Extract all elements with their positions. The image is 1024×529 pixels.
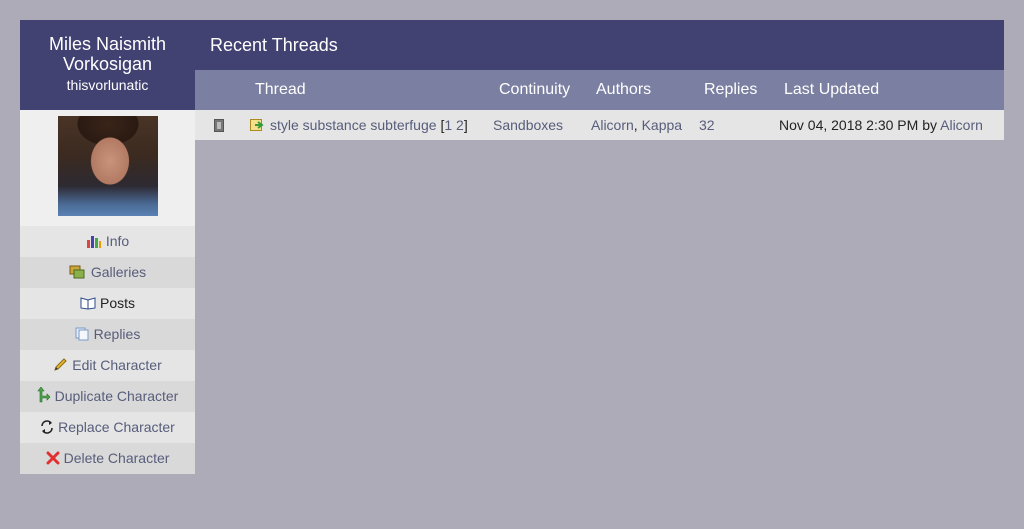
replies-icon	[75, 327, 89, 341]
character-sidebar: Miles Naismith Vorkosigan thisvorlunatic…	[20, 20, 195, 474]
character-header: Miles Naismith Vorkosigan thisvorlunatic	[20, 20, 195, 110]
thread-page-link[interactable]: 1	[444, 117, 452, 133]
duplicate-icon	[37, 387, 51, 403]
authors-cell: Alicorn, Kappa	[591, 117, 683, 133]
menu-item-info[interactable]: Info	[20, 226, 195, 257]
author-link[interactable]: Alicorn	[591, 117, 634, 133]
column-header-authors: Authors	[596, 81, 652, 98]
by-word: by	[922, 117, 937, 133]
column-header-last-updated: Last Updated	[784, 81, 880, 98]
menu-item-replace-character[interactable]: Replace Character	[20, 412, 195, 443]
last-updated-time: Nov 04, 2018 2:30 PM	[779, 117, 919, 133]
menu-item-label: Posts	[99, 295, 135, 311]
menu-item-duplicate-character[interactable]: Duplicate Character	[20, 381, 195, 412]
avatar-container	[20, 110, 195, 226]
thread-title-link[interactable]: style substance subterfuge	[270, 117, 437, 133]
table-row: style substance subterfuge [1 2] Sandbox…	[195, 110, 1004, 140]
continuity-link[interactable]: Sandboxes	[493, 110, 563, 140]
menu-item-label: Delete Character	[63, 450, 170, 466]
column-header-thread: Thread	[255, 81, 306, 98]
table-header: Thread Continuity Authors Replies Last U…	[195, 70, 1004, 110]
menu-item-galleries[interactable]: Galleries	[20, 257, 195, 288]
author-link[interactable]: Kappa	[642, 117, 682, 133]
pencil-icon	[54, 358, 67, 371]
thread-page-link[interactable]: 2	[456, 117, 464, 133]
menu-item-edit-character[interactable]: Edit Character	[20, 350, 195, 381]
menu-item-delete-character[interactable]: Delete Character	[20, 443, 195, 474]
thread-book-icon[interactable]	[214, 119, 224, 132]
avatar[interactable]	[58, 116, 158, 216]
last-author-link[interactable]: Alicorn	[940, 117, 983, 133]
go-to-latest-icon[interactable]	[250, 119, 265, 131]
menu-item-label: Replies	[93, 326, 141, 342]
delete-x-icon	[46, 451, 60, 465]
menu-item-label: Replace Character	[58, 419, 175, 435]
page-title: Recent Threads	[195, 20, 1004, 70]
menu-item-label: Galleries	[90, 264, 147, 280]
menu-item-replies[interactable]: Replies	[20, 319, 195, 350]
thread-cell: style substance subterfuge [1 2]	[270, 117, 468, 133]
character-name: Miles Naismith Vorkosigan	[48, 34, 167, 74]
menu-item-posts[interactable]: Posts	[20, 288, 195, 319]
replies-count-link[interactable]: 32	[699, 110, 715, 140]
refresh-icon	[41, 420, 53, 434]
character-screenname: thisvorlunatic	[66, 77, 149, 93]
menu-item-label: Duplicate Character	[54, 388, 179, 404]
column-header-replies: Replies	[704, 81, 758, 98]
recent-threads-panel: Recent Threads Thread Continuity Authors…	[195, 20, 1004, 140]
last-updated-cell: Nov 04, 2018 2:30 PM by Alicorn	[779, 110, 983, 140]
menu-item-label: Info	[105, 233, 130, 249]
book-icon	[80, 297, 96, 310]
galleries-icon	[69, 265, 85, 279]
bar-chart-icon	[86, 236, 101, 248]
column-header-continuity: Continuity	[499, 81, 571, 98]
menu-item-label: Edit Character	[72, 357, 162, 373]
